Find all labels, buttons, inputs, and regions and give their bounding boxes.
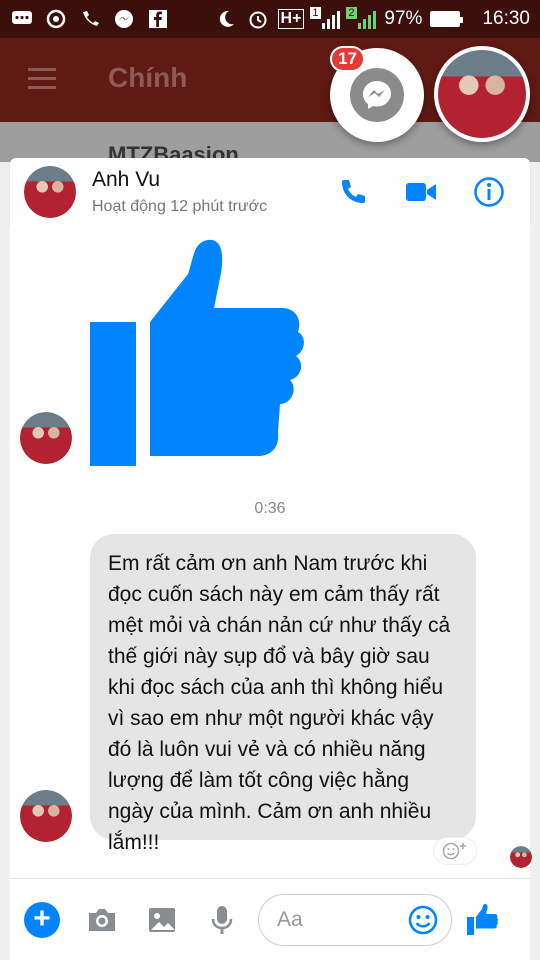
- sender-avatar[interactable]: [20, 412, 72, 464]
- video-icon[interactable]: [404, 175, 438, 209]
- clock: 16:30: [482, 8, 530, 29]
- unread-badge: 17: [330, 46, 365, 72]
- alarm-icon: [246, 8, 270, 30]
- sim1-label: 1: [310, 7, 321, 19]
- microphone-icon[interactable]: [204, 902, 240, 938]
- contact-chat-head-avatar: [438, 50, 526, 138]
- add-reaction-icon: [442, 842, 466, 860]
- app-title: Chính: [108, 62, 188, 93]
- camera-icon[interactable]: [84, 902, 120, 938]
- signal-icon-sim1: 1: [310, 7, 341, 29]
- image-icon[interactable]: [144, 902, 180, 938]
- chat-header: Anh Vu Hoạt động 12 phút trước: [10, 158, 530, 226]
- contact-chat-head[interactable]: [434, 46, 530, 142]
- active-status: Hoạt động 12 phút trước: [92, 198, 268, 215]
- plus-icon[interactable]: +: [24, 901, 60, 938]
- menu-icon[interactable]: [28, 68, 56, 95]
- chat-bubble-icon: [10, 8, 34, 30]
- missed-call-icon: [78, 8, 102, 30]
- avatar[interactable]: [24, 166, 76, 218]
- sender-avatar[interactable]: [20, 790, 72, 842]
- system-icons: H+ 1 2 97% 16:30: [214, 7, 530, 30]
- chat-title[interactable]: Anh Vu Hoạt động 12 phút trước: [92, 168, 267, 216]
- header-actions: [336, 175, 506, 209]
- sim2-label: 2: [346, 7, 357, 19]
- signal-icon-sim2: 2: [346, 7, 377, 29]
- phone-icon[interactable]: [336, 175, 370, 209]
- browser-icon: [44, 8, 68, 30]
- message-bubble[interactable]: Em rất cảm ơn anh Nam trước khi đọc cuốn…: [90, 534, 476, 854]
- contact-name: Anh Vu: [92, 168, 161, 191]
- notification-icons: [10, 8, 170, 30]
- emoji-icon[interactable]: [407, 904, 439, 936]
- message-input-placeholder: Aa: [277, 907, 303, 931]
- add-reaction-button[interactable]: [434, 838, 476, 864]
- info-icon[interactable]: [472, 175, 506, 209]
- chat-thread[interactable]: 0:36 Em rất cảm ơn anh Nam trước khi đọc…: [10, 226, 532, 878]
- facebook-icon: [146, 8, 170, 30]
- network-type: H+: [277, 9, 305, 29]
- messenger-status-icon: [112, 8, 136, 30]
- thumbs-up-icon: [467, 903, 498, 935]
- moon-icon: [214, 8, 238, 30]
- battery-percent: 97%: [384, 8, 423, 29]
- messenger-icon: [350, 68, 404, 122]
- thumbs-up-icon[interactable]: [90, 236, 304, 466]
- message-timestamp: 0:36: [254, 500, 286, 517]
- seen-indicator-avatar: [510, 846, 532, 868]
- message-input[interactable]: Aa: [258, 893, 452, 946]
- status-bar: H+ 1 2 97% 16:30: [0, 0, 540, 38]
- like-send-button[interactable]: [462, 900, 502, 940]
- battery-icon: [430, 11, 464, 27]
- message-composer: + Aa: [10, 878, 530, 960]
